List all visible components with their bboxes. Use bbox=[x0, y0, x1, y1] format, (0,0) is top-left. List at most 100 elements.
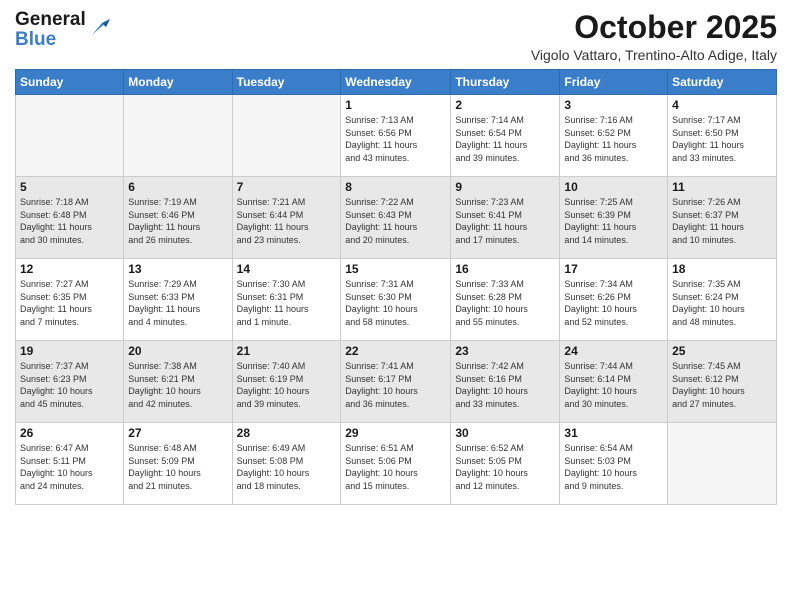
day-number: 24 bbox=[564, 344, 663, 358]
table-row: 2 Sunrise: 7:14 AM Sunset: 6:54 PM Daylig… bbox=[451, 95, 560, 177]
day-info: Sunrise: 6:51 AM Sunset: 5:06 PM Dayligh… bbox=[345, 442, 446, 492]
day-number: 14 bbox=[237, 262, 337, 276]
table-row bbox=[668, 423, 777, 505]
day-info: Sunrise: 7:33 AM Sunset: 6:28 PM Dayligh… bbox=[455, 278, 555, 328]
day-number: 23 bbox=[455, 344, 555, 358]
table-row: 18Sunrise: 7:35 AM Sunset: 6:24 PM Dayli… bbox=[668, 259, 777, 341]
header-friday: Friday bbox=[560, 70, 668, 95]
day-number: 10 bbox=[564, 180, 663, 194]
day-info: Sunrise: 7:19 AM Sunset: 6:46 PM Dayligh… bbox=[128, 196, 227, 246]
day-info: Sunrise: 7:26 AM Sunset: 6:37 PM Dayligh… bbox=[672, 196, 772, 246]
day-number: 17 bbox=[564, 262, 663, 276]
day-info: Sunrise: 7:38 AM Sunset: 6:21 PM Dayligh… bbox=[128, 360, 227, 410]
day-info: Sunrise: 7:16 AM Sunset: 6:52 PM Dayligh… bbox=[564, 114, 663, 164]
day-info: Sunrise: 7:27 AM Sunset: 6:35 PM Dayligh… bbox=[20, 278, 119, 328]
table-row: 3 Sunrise: 7:16 AM Sunset: 6:52 PM Daylig… bbox=[560, 95, 668, 177]
day-number: 9 bbox=[455, 180, 555, 194]
title-block: October 2025 Vigolo Vattaro, Trentino-Al… bbox=[531, 10, 777, 63]
day-number: 8 bbox=[345, 180, 446, 194]
day-number: 11 bbox=[672, 180, 772, 194]
day-info: Sunrise: 7:41 AM Sunset: 6:17 PM Dayligh… bbox=[345, 360, 446, 410]
page: General Blue October 2025 Vigolo Vattaro… bbox=[0, 0, 792, 515]
day-info: Sunrise: 7:22 AM Sunset: 6:43 PM Dayligh… bbox=[345, 196, 446, 246]
day-info: Sunrise: 7:25 AM Sunset: 6:39 PM Dayligh… bbox=[564, 196, 663, 246]
calendar-week-row: 5Sunrise: 7:18 AM Sunset: 6:48 PM Daylig… bbox=[16, 177, 777, 259]
table-row: 31 Sunrise: 6:54 AM Sunset: 5:03 PM Dayli… bbox=[560, 423, 668, 505]
day-info: Sunrise: 6:52 AM Sunset: 5:05 PM Dayligh… bbox=[455, 442, 555, 492]
table-row: 10 Sunrise: 7:25 AM Sunset: 6:39 PM Dayli… bbox=[560, 177, 668, 259]
day-info: Sunrise: 7:35 AM Sunset: 6:24 PM Dayligh… bbox=[672, 278, 772, 328]
logo-general: General bbox=[15, 10, 86, 30]
table-row: 22 Sunrise: 7:41 AM Sunset: 6:17 PM Dayli… bbox=[341, 341, 451, 423]
table-row: 27 Sunrise: 6:48 AM Sunset: 5:09 PM Dayli… bbox=[124, 423, 232, 505]
day-number: 4 bbox=[672, 98, 772, 112]
table-row: 16 Sunrise: 7:33 AM Sunset: 6:28 PM Dayli… bbox=[451, 259, 560, 341]
table-row: 21 Sunrise: 7:40 AM Sunset: 6:19 PM Dayli… bbox=[232, 341, 341, 423]
table-row: 8 Sunrise: 7:22 AM Sunset: 6:43 PM Daylig… bbox=[341, 177, 451, 259]
day-info: Sunrise: 6:54 AM Sunset: 5:03 PM Dayligh… bbox=[564, 442, 663, 492]
table-row: 29 Sunrise: 6:51 AM Sunset: 5:06 PM Dayli… bbox=[341, 423, 451, 505]
day-info: Sunrise: 7:29 AM Sunset: 6:33 PM Dayligh… bbox=[128, 278, 227, 328]
table-row: 20 Sunrise: 7:38 AM Sunset: 6:21 PM Dayli… bbox=[124, 341, 232, 423]
day-info: Sunrise: 7:45 AM Sunset: 6:12 PM Dayligh… bbox=[672, 360, 772, 410]
calendar-week-row: 12 Sunrise: 7:27 AM Sunset: 6:35 PM Dayli… bbox=[16, 259, 777, 341]
table-row: 23 Sunrise: 7:42 AM Sunset: 6:16 PM Dayli… bbox=[451, 341, 560, 423]
day-number: 20 bbox=[128, 344, 227, 358]
header: General Blue October 2025 Vigolo Vattaro… bbox=[15, 10, 777, 63]
day-info: Sunrise: 7:13 AM Sunset: 6:56 PM Dayligh… bbox=[345, 114, 446, 164]
day-info: Sunrise: 7:14 AM Sunset: 6:54 PM Dayligh… bbox=[455, 114, 555, 164]
table-row: 1 Sunrise: 7:13 AM Sunset: 6:56 PM Daylig… bbox=[341, 95, 451, 177]
table-row: 4Sunrise: 7:17 AM Sunset: 6:50 PM Daylig… bbox=[668, 95, 777, 177]
header-monday: Monday bbox=[124, 70, 232, 95]
table-row: 19Sunrise: 7:37 AM Sunset: 6:23 PM Dayli… bbox=[16, 341, 124, 423]
calendar-table: Sunday Monday Tuesday Wednesday Thursday… bbox=[15, 69, 777, 505]
table-row: 14Sunrise: 7:30 AM Sunset: 6:31 PM Dayli… bbox=[232, 259, 341, 341]
day-number: 27 bbox=[128, 426, 227, 440]
day-info: Sunrise: 6:49 AM Sunset: 5:08 PM Dayligh… bbox=[237, 442, 337, 492]
day-info: Sunrise: 7:42 AM Sunset: 6:16 PM Dayligh… bbox=[455, 360, 555, 410]
day-number: 12 bbox=[20, 262, 119, 276]
table-row: 5Sunrise: 7:18 AM Sunset: 6:48 PM Daylig… bbox=[16, 177, 124, 259]
day-number: 1 bbox=[345, 98, 446, 112]
table-row: 12 Sunrise: 7:27 AM Sunset: 6:35 PM Dayli… bbox=[16, 259, 124, 341]
calendar-header-row: Sunday Monday Tuesday Wednesday Thursday… bbox=[16, 70, 777, 95]
header-tuesday: Tuesday bbox=[232, 70, 341, 95]
day-number: 3 bbox=[564, 98, 663, 112]
header-sunday: Sunday bbox=[16, 70, 124, 95]
day-number: 2 bbox=[455, 98, 555, 112]
table-row: 28 Sunrise: 6:49 AM Sunset: 5:08 PM Dayli… bbox=[232, 423, 341, 505]
table-row: 24 Sunrise: 7:44 AM Sunset: 6:14 PM Dayli… bbox=[560, 341, 668, 423]
calendar-week-row: 1 Sunrise: 7:13 AM Sunset: 6:56 PM Daylig… bbox=[16, 95, 777, 177]
table-row: 26Sunrise: 6:47 AM Sunset: 5:11 PM Dayli… bbox=[16, 423, 124, 505]
day-number: 29 bbox=[345, 426, 446, 440]
table-row: 9 Sunrise: 7:23 AM Sunset: 6:41 PM Daylig… bbox=[451, 177, 560, 259]
table-row: 6Sunrise: 7:19 AM Sunset: 6:46 PM Daylig… bbox=[124, 177, 232, 259]
day-number: 13 bbox=[128, 262, 227, 276]
day-number: 31 bbox=[564, 426, 663, 440]
month-title: October 2025 bbox=[531, 10, 777, 45]
day-info: Sunrise: 7:44 AM Sunset: 6:14 PM Dayligh… bbox=[564, 360, 663, 410]
table-row bbox=[124, 95, 232, 177]
table-row: 7Sunrise: 7:21 AM Sunset: 6:44 PM Daylig… bbox=[232, 177, 341, 259]
table-row: 15Sunrise: 7:31 AM Sunset: 6:30 PM Dayli… bbox=[341, 259, 451, 341]
logo-icon bbox=[88, 17, 110, 39]
day-info: Sunrise: 6:48 AM Sunset: 5:09 PM Dayligh… bbox=[128, 442, 227, 492]
day-number: 28 bbox=[237, 426, 337, 440]
header-saturday: Saturday bbox=[668, 70, 777, 95]
day-number: 22 bbox=[345, 344, 446, 358]
day-number: 7 bbox=[237, 180, 337, 194]
day-number: 21 bbox=[237, 344, 337, 358]
day-info: Sunrise: 7:23 AM Sunset: 6:41 PM Dayligh… bbox=[455, 196, 555, 246]
day-info: Sunrise: 7:34 AM Sunset: 6:26 PM Dayligh… bbox=[564, 278, 663, 328]
table-row bbox=[16, 95, 124, 177]
header-wednesday: Wednesday bbox=[341, 70, 451, 95]
header-thursday: Thursday bbox=[451, 70, 560, 95]
day-number: 19 bbox=[20, 344, 119, 358]
day-info: Sunrise: 7:40 AM Sunset: 6:19 PM Dayligh… bbox=[237, 360, 337, 410]
logo: General Blue bbox=[15, 10, 110, 50]
table-row: 13 Sunrise: 7:29 AM Sunset: 6:33 PM Dayli… bbox=[124, 259, 232, 341]
subtitle: Vigolo Vattaro, Trentino-Alto Adige, Ita… bbox=[531, 47, 777, 63]
day-info: Sunrise: 6:47 AM Sunset: 5:11 PM Dayligh… bbox=[20, 442, 119, 492]
day-number: 16 bbox=[455, 262, 555, 276]
table-row: 25Sunrise: 7:45 AM Sunset: 6:12 PM Dayli… bbox=[668, 341, 777, 423]
